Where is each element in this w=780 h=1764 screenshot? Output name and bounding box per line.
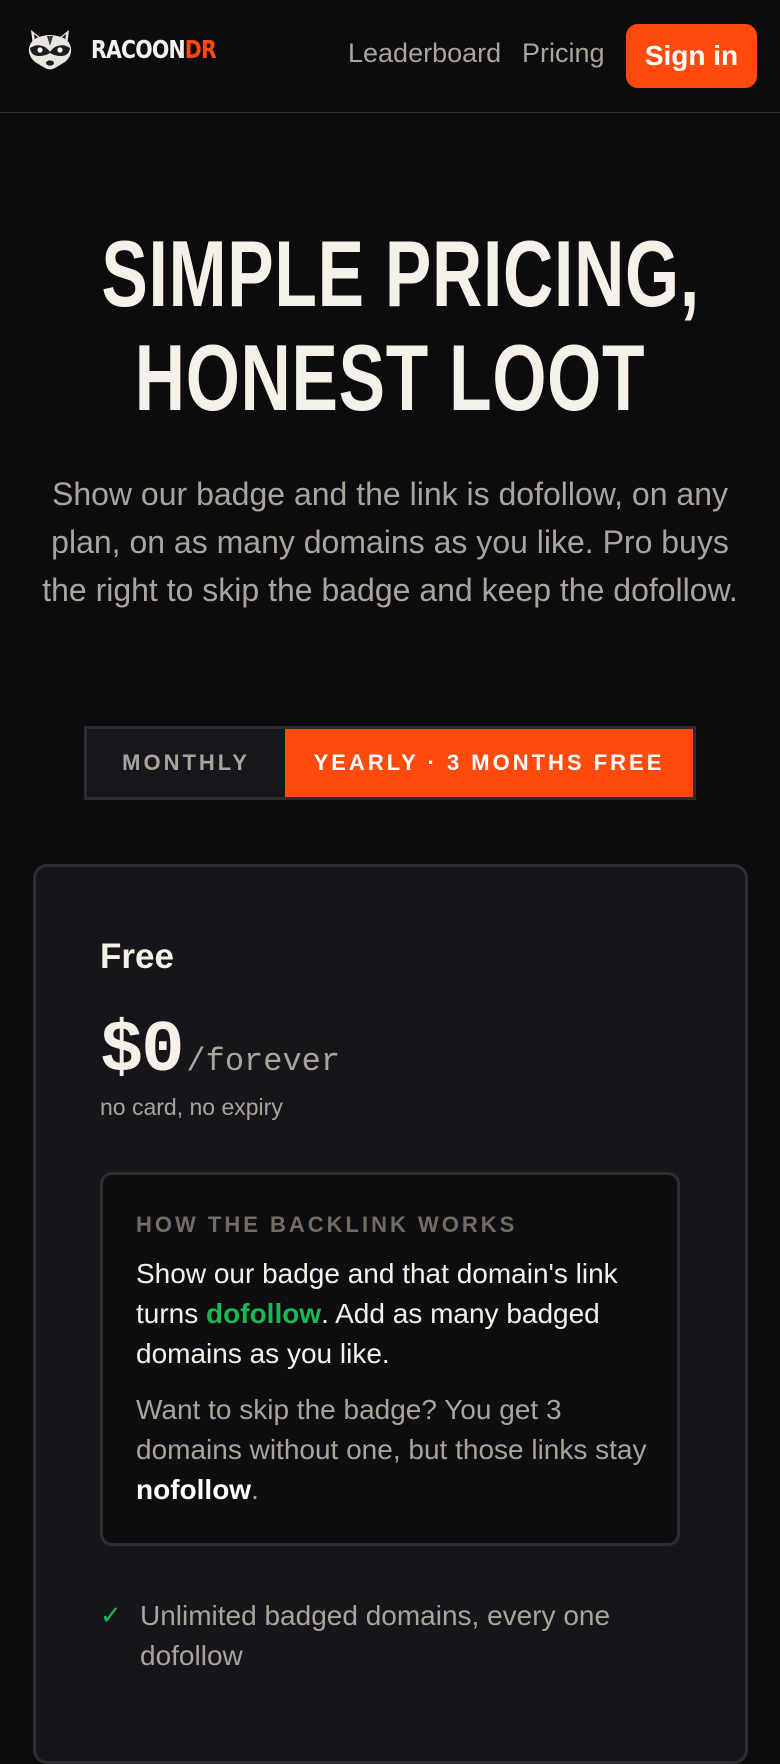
brand-logo[interactable]: RACOONDR: [25, 26, 243, 72]
page-title: SIMPLE PRICING, HONEST LOOT: [0, 222, 780, 430]
nav-link-leaderboard[interactable]: Leaderboard: [348, 38, 501, 69]
page-subtitle: Show our badge and the link is dofollow,…: [42, 476, 738, 608]
price-note: no card, no expiry: [100, 1094, 283, 1120]
brand-accent: DR: [184, 34, 217, 64]
price-amount: $0: [100, 1010, 184, 1092]
info-text: Want to skip the badge? You get 3 domain…: [136, 1394, 647, 1465]
check-icon: ✓: [100, 1601, 122, 1631]
nofollow-emphasis: nofollow: [136, 1474, 252, 1505]
backlink-info-heading: HOW THE BACKLINK WORKS: [136, 1212, 518, 1237]
raccoon-icon: [28, 30, 72, 70]
brand-name: RACOON: [91, 34, 186, 64]
feature-text: Unlimited badged domains, every one dofo…: [140, 1600, 611, 1671]
price-period: /forever: [186, 1043, 341, 1080]
top-nav: RACOONDR Leaderboard Pricing Sign in: [0, 0, 780, 113]
nav-link-pricing[interactable]: Pricing: [522, 38, 605, 69]
feature-list-item: ✓ Unlimited badged domains, every one do…: [100, 1596, 660, 1676]
info-text: .: [251, 1474, 259, 1505]
backlink-info-paragraph-1: Show our badge and that domain's link tu…: [136, 1254, 656, 1374]
page-title-line-1: SIMPLE PRICING,: [101, 221, 700, 326]
dofollow-highlight: dofollow: [206, 1298, 322, 1329]
plan-price: $0 /forever: [100, 1010, 341, 1092]
billing-monthly-option[interactable]: MONTHLY: [87, 729, 285, 797]
billing-period-toggle: MONTHLY YEARLY · 3 MONTHS FREE: [84, 726, 696, 800]
plan-name: Free: [100, 937, 174, 976]
page-title-line-2: HONEST LOOT: [134, 325, 646, 430]
sign-in-button[interactable]: Sign in: [626, 24, 757, 88]
brand-wordmark: RACOONDR: [91, 34, 217, 64]
billing-yearly-option[interactable]: YEARLY · 3 MONTHS FREE: [285, 729, 693, 797]
backlink-info-paragraph-2: Want to skip the badge? You get 3 domain…: [136, 1390, 656, 1510]
